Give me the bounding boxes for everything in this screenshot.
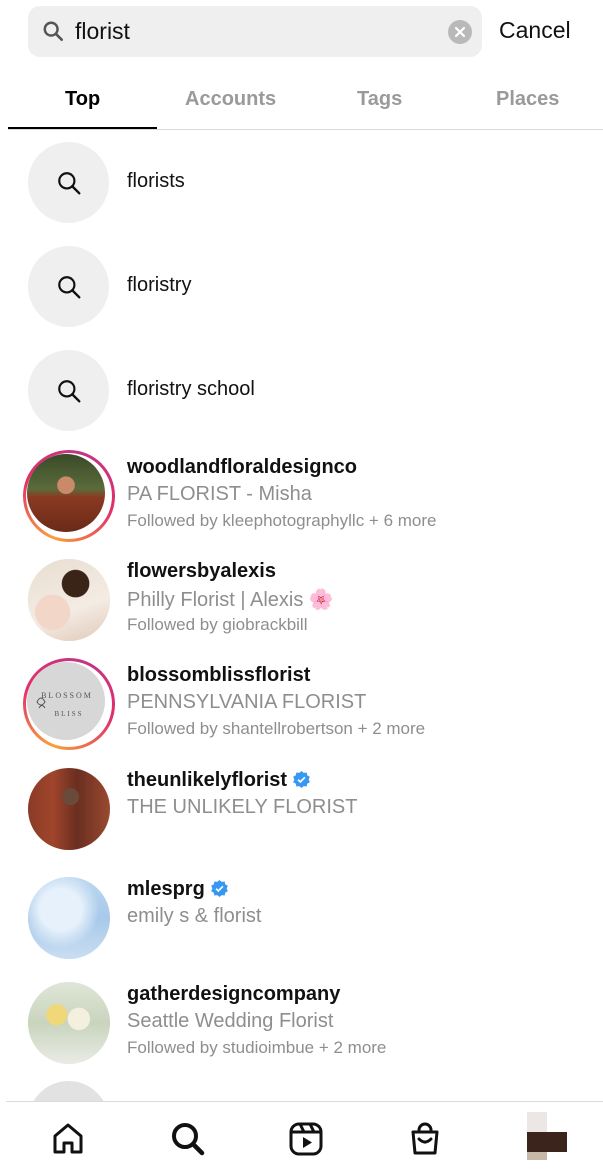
tab-top[interactable]: Top bbox=[65, 88, 100, 111]
account-username: woodlandfloraldesignco bbox=[127, 456, 358, 478]
account-username: blossomblissflorist bbox=[127, 664, 311, 686]
avatar bbox=[23, 450, 115, 542]
tab-accounts[interactable]: Accounts bbox=[185, 88, 276, 111]
verified-badge-icon bbox=[210, 880, 228, 897]
cancel-button[interactable]: Cancel bbox=[499, 17, 571, 44]
avatar bbox=[23, 763, 115, 855]
search-icon[interactable] bbox=[168, 1119, 208, 1159]
search-icon bbox=[43, 21, 63, 41]
account-name: Philly Florist | Alexis 🌸 bbox=[127, 589, 334, 611]
home-icon[interactable] bbox=[48, 1119, 88, 1159]
blossom-bliss-logo: BLOSSOM BLISS bbox=[36, 691, 93, 718]
account-result[interactable]: BLOSSOM BLISS blossomblissflorist PENNSY… bbox=[0, 658, 603, 762]
suggestion-text: floristry bbox=[127, 274, 192, 296]
suggestion-icon-circle bbox=[28, 142, 109, 223]
svg-text:BLISS: BLISS bbox=[54, 710, 83, 718]
account-result-partial bbox=[28, 1081, 109, 1101]
suggestion-text: florists bbox=[127, 170, 185, 192]
account-name: Seattle Wedding Florist bbox=[127, 1010, 334, 1032]
reels-icon[interactable] bbox=[286, 1119, 326, 1159]
active-tab-indicator bbox=[8, 127, 157, 129]
account-result[interactable]: mlesprg emily s & florist bbox=[0, 872, 603, 976]
account-name: THE UNLIKELY FLORIST bbox=[127, 796, 358, 818]
svg-text:BLOSSOM: BLOSSOM bbox=[41, 691, 93, 700]
suggestion-text: floristry school bbox=[127, 378, 255, 400]
account-result[interactable]: gatherdesigncompany Seattle Wedding Flor… bbox=[0, 977, 603, 1081]
account-result[interactable]: flowersbyalexis Philly Florist | Alexis … bbox=[0, 554, 603, 658]
profile-avatar[interactable] bbox=[527, 1112, 567, 1160]
account-result[interactable]: theunlikelyflorist THE UNLIKELY FLORIST bbox=[0, 763, 603, 867]
account-username: flowersbyalexis bbox=[127, 560, 276, 582]
search-tabs: Top Accounts Tags Places bbox=[8, 78, 603, 130]
search-suggestion[interactable]: floristry bbox=[0, 246, 603, 350]
followed-by-text: Followed by giobrackbill bbox=[127, 615, 308, 634]
account-name: PA FLORIST - Misha bbox=[127, 483, 312, 505]
suggestion-icon-circle bbox=[28, 246, 109, 327]
search-field[interactable]: florist bbox=[28, 6, 482, 57]
search-suggestion[interactable]: floristry school bbox=[0, 350, 603, 454]
search-suggestion[interactable]: florists bbox=[0, 142, 603, 246]
account-result[interactable]: woodlandfloraldesignco PA FLORIST - Mish… bbox=[0, 450, 603, 554]
avatar: BLOSSOM BLISS bbox=[23, 658, 115, 750]
bottom-nav bbox=[6, 1101, 603, 1170]
tab-places[interactable]: Places bbox=[496, 88, 559, 111]
suggestion-icon-circle bbox=[28, 350, 109, 431]
search-icon bbox=[58, 276, 81, 299]
avatar bbox=[23, 554, 115, 646]
search-input[interactable]: florist bbox=[75, 18, 130, 45]
account-username: gatherdesigncompany bbox=[127, 983, 341, 1005]
account-username: mlesprg bbox=[127, 878, 228, 901]
followed-by-text: Followed by kleephotographyllc + 6 more bbox=[127, 511, 437, 530]
clear-search-icon[interactable] bbox=[448, 20, 472, 44]
verified-badge-icon bbox=[293, 771, 310, 788]
followed-by-text: Followed by studioimbue + 2 more bbox=[127, 1038, 387, 1057]
shop-icon[interactable] bbox=[405, 1119, 445, 1159]
search-icon bbox=[58, 172, 81, 195]
tab-tags[interactable]: Tags bbox=[357, 88, 402, 111]
account-name: PENNSYLVANIA FLORIST bbox=[127, 691, 367, 713]
avatar bbox=[23, 977, 115, 1069]
account-username: theunlikelyflorist bbox=[127, 769, 310, 792]
search-icon bbox=[58, 380, 81, 403]
account-name: emily s & florist bbox=[127, 905, 262, 927]
avatar bbox=[23, 872, 115, 964]
followed-by-text: Followed by shantellrobertson + 2 more bbox=[127, 719, 426, 738]
